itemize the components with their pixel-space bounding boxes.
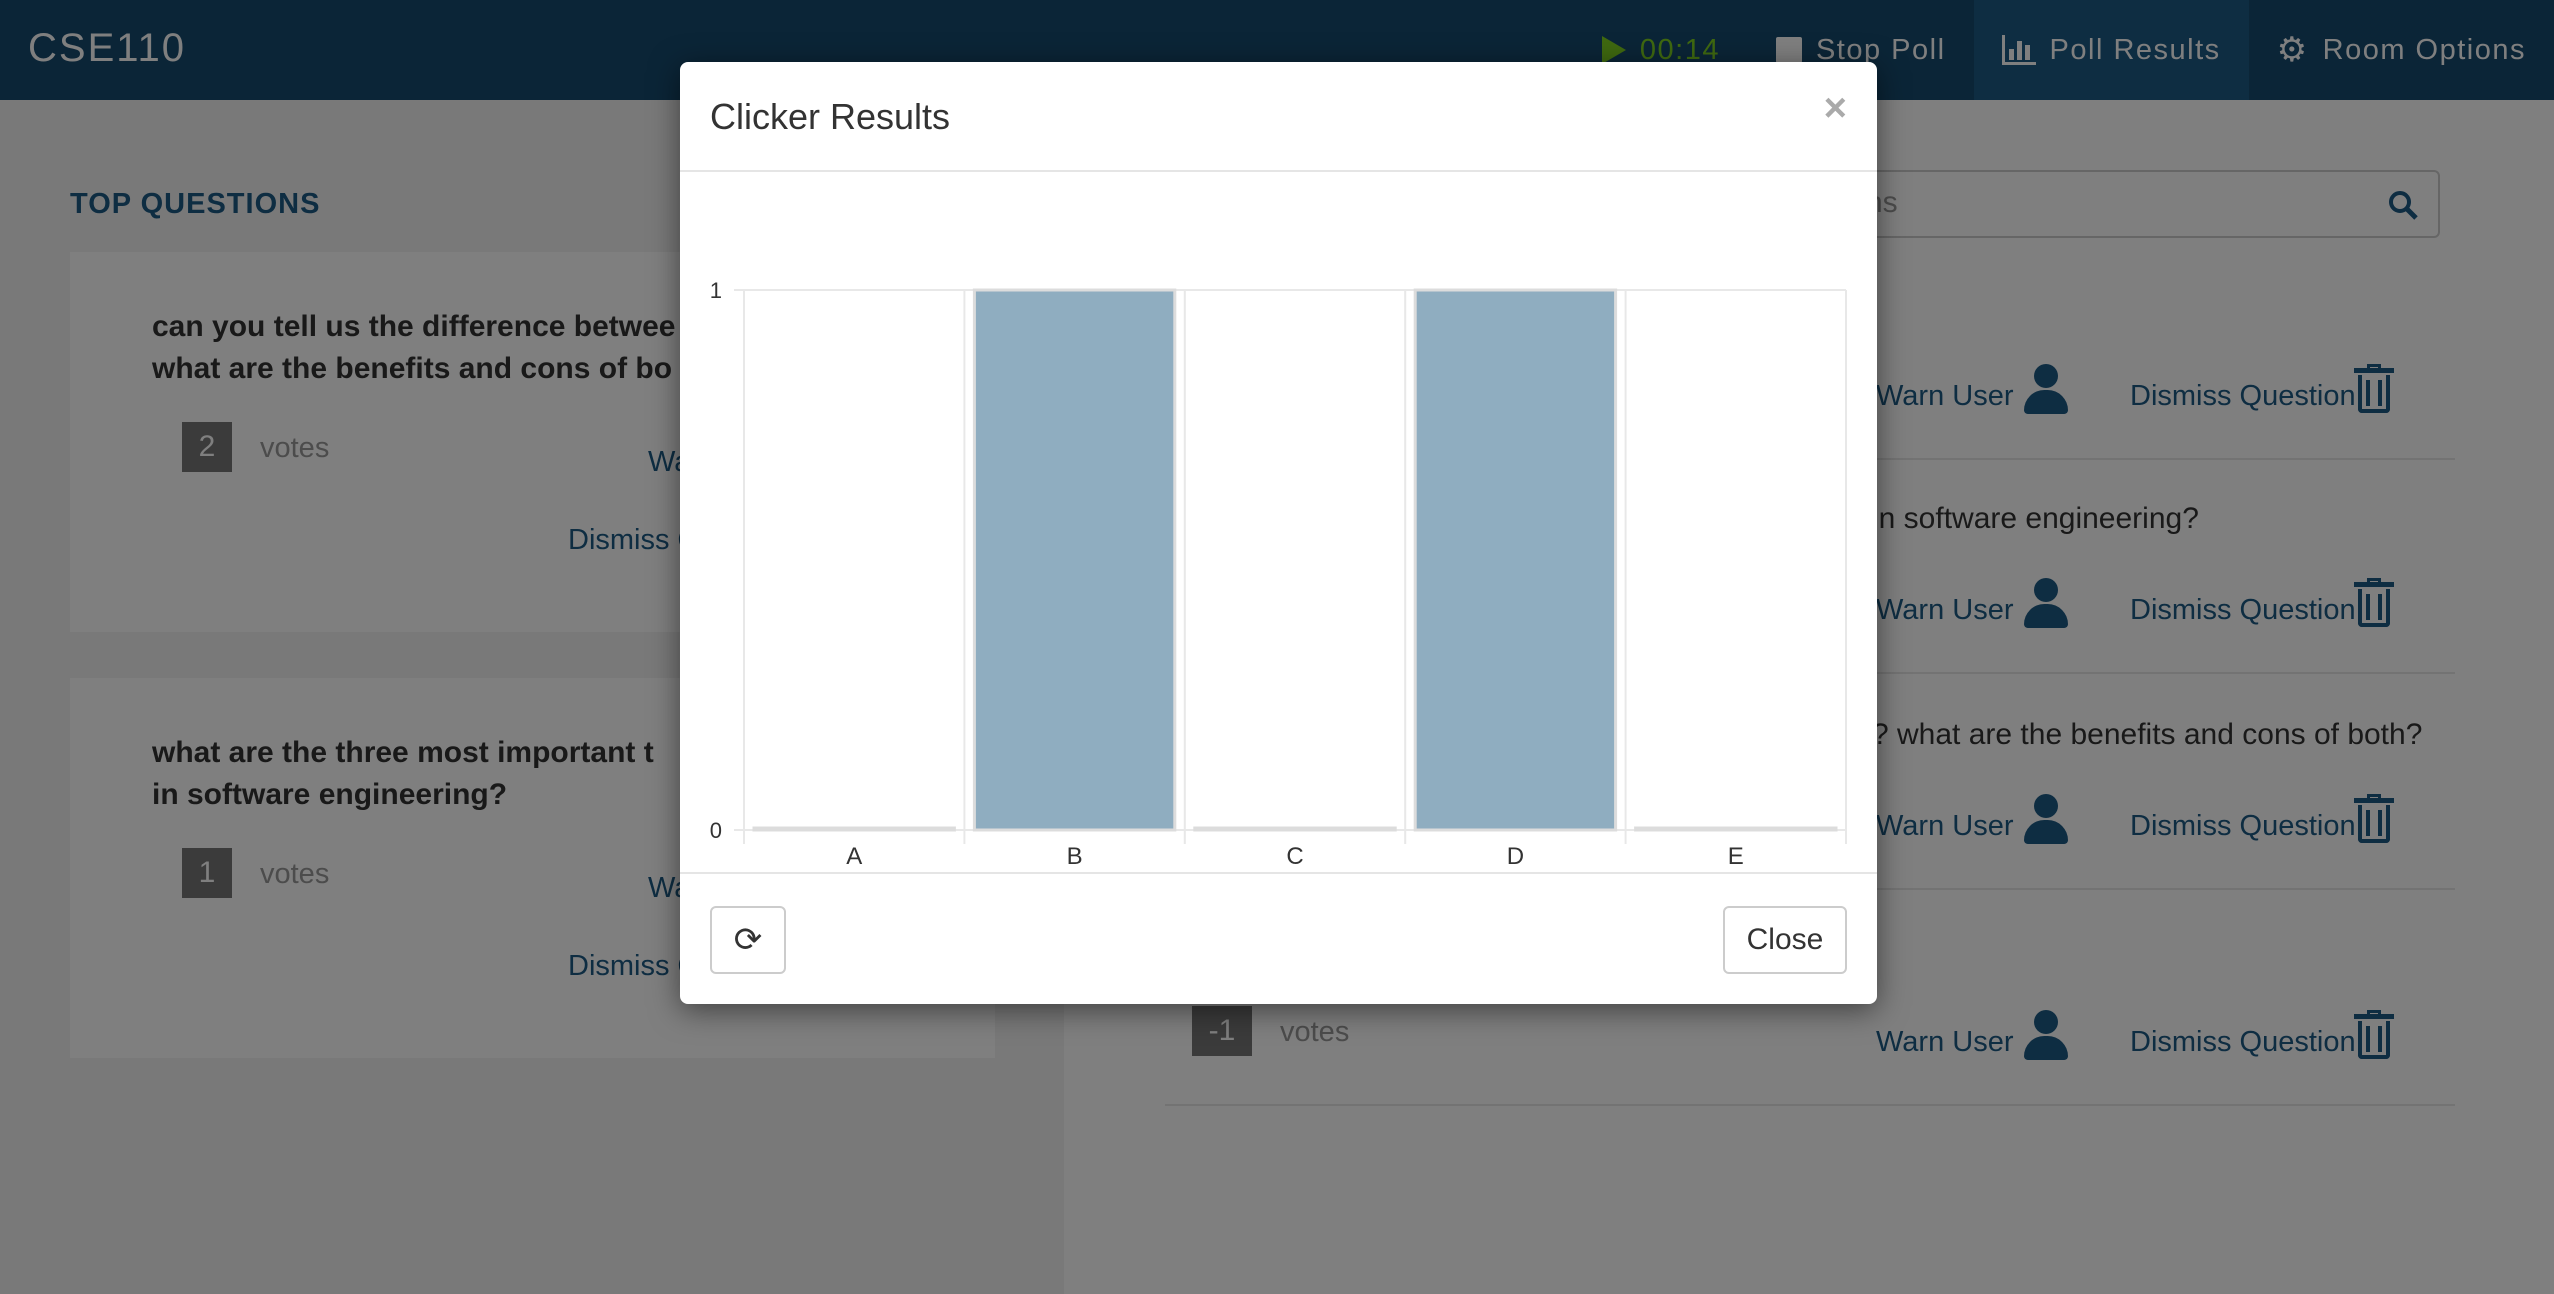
modal-title: Clicker Results — [710, 96, 951, 137]
bar — [1193, 826, 1397, 832]
modal-footer: ⟳ Close — [680, 872, 1877, 1004]
close-icon[interactable]: × — [1824, 88, 1847, 128]
y-tick-label: 1 — [710, 278, 722, 303]
x-tick-label: A — [846, 843, 862, 870]
close-button[interactable]: Close — [1723, 906, 1847, 974]
x-tick-label: B — [1067, 843, 1083, 870]
x-tick-label: C — [1286, 843, 1303, 870]
bar — [752, 826, 956, 832]
refresh-button[interactable]: ⟳ — [710, 906, 786, 974]
clicker-results-modal: Clicker Results × 0 1 A B C D E ⟳ Close — [680, 62, 1877, 1004]
bar — [1634, 826, 1838, 832]
bar — [1413, 288, 1618, 832]
modal-header: Clicker Results × — [680, 62, 1877, 172]
results-bar-chart: 0 1 A B C D E — [710, 278, 1847, 870]
y-tick-label: 0 — [710, 818, 722, 843]
refresh-icon: ⟳ — [733, 921, 763, 959]
bar — [972, 288, 1177, 832]
x-tick-label: E — [1728, 843, 1744, 870]
x-tick-label: D — [1507, 843, 1524, 870]
